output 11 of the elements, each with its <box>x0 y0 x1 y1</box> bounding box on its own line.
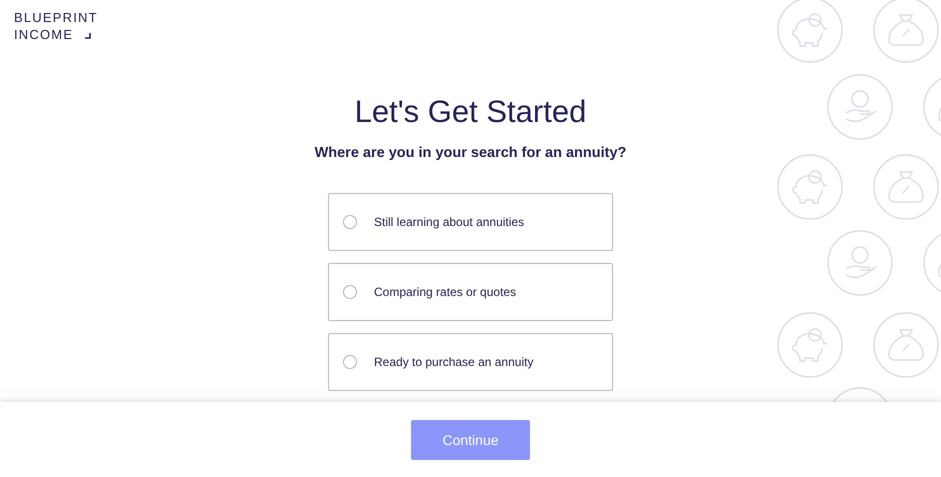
answer-option[interactable]: Still learning about annuities <box>328 193 613 251</box>
question-text: Where are you in your search for an annuity? <box>314 145 626 161</box>
radio-button[interactable] <box>343 215 357 229</box>
logo-text: INCOME <box>14 26 74 43</box>
answer-option[interactable]: Comparing rates or quotes <box>328 263 613 321</box>
logo-text: BLUEPRINT <box>14 9 98 26</box>
radio-button[interactable] <box>343 285 357 299</box>
answer-option[interactable]: Ready to purchase an annuity <box>328 333 613 391</box>
page-title: Let's Get Started <box>354 94 586 130</box>
corner-mark-icon <box>85 33 92 39</box>
radio-button[interactable] <box>343 355 357 369</box>
